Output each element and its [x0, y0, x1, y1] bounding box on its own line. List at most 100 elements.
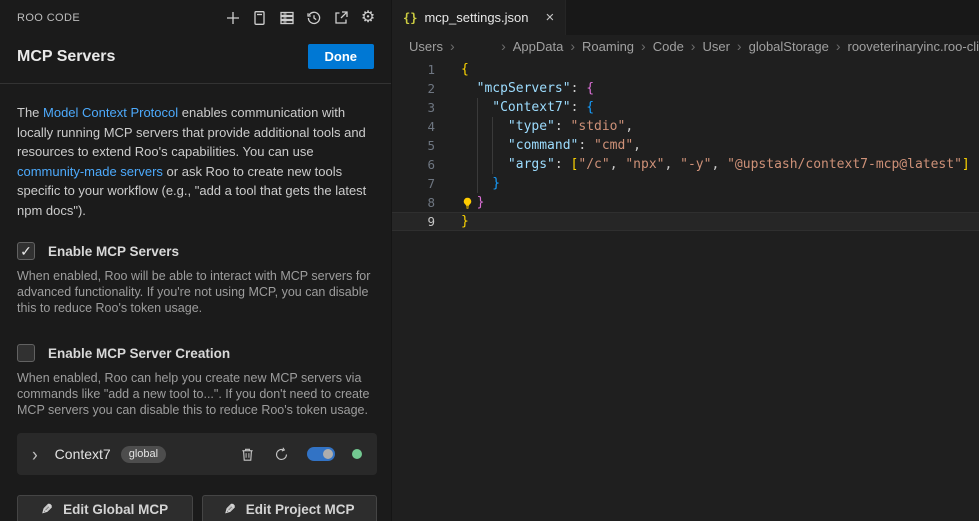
line-number: 1 [392, 60, 435, 79]
code-token: "command" [508, 136, 578, 155]
code-line: 6"args": ["/c", "npx", "-y", "@upstash/c… [392, 155, 979, 174]
server-enabled-toggle[interactable] [307, 447, 335, 461]
server-status-dot [352, 449, 362, 459]
code-token: , [625, 117, 633, 136]
edit-global-mcp-label: Edit Global MCP [63, 502, 168, 517]
edit-project-mcp-button[interactable]: ✎ Edit Project MCP [202, 495, 378, 521]
code-token: "Context7" [492, 98, 570, 117]
breadcrumb-item[interactable]: rooveterinaryinc.roo-cli [848, 39, 979, 54]
close-tab-icon[interactable]: × [546, 10, 555, 25]
code-token: { [586, 79, 594, 98]
lightbulb-icon[interactable] [461, 196, 477, 210]
footer-buttons: ✎ Edit Global MCP ✎ Edit Project MCP [17, 495, 377, 521]
code-token: } [477, 193, 485, 212]
breadcrumb-item[interactable]: AppData [513, 39, 564, 54]
code-line: 5 "command": "cmd", [392, 136, 979, 155]
enable-mcp-servers-row: Enable MCP Servers [17, 242, 374, 260]
indent-guide [492, 117, 508, 136]
code-token: , [633, 136, 641, 155]
breadcrumb-item[interactable]: User [702, 39, 729, 54]
pencil-icon: ✎ [224, 501, 236, 518]
expand-chevron-icon[interactable]: › [32, 444, 38, 464]
code-line: 1{ [392, 60, 979, 79]
delete-server-icon[interactable] [239, 446, 256, 463]
enable-mcp-servers-checkbox[interactable] [17, 242, 35, 260]
code-token: { [461, 60, 469, 79]
line-number: 2 [392, 79, 435, 98]
edit-project-mcp-label: Edit Project MCP [246, 502, 355, 517]
indent-guide [461, 174, 477, 193]
enable-mcp-creation-label: Enable MCP Server Creation [48, 346, 230, 361]
editor-pane: {} mcp_settings.json × Users › › AppData › Ro… [391, 0, 979, 521]
tab-mcp-settings-json[interactable]: {} mcp_settings.json × [392, 0, 566, 35]
indent-guide [477, 174, 493, 193]
pencil-icon: ✎ [41, 501, 53, 518]
code-editor[interactable]: 1{2"mcpServers": {3"Context7": {4"type":… [392, 57, 979, 521]
breadcrumb-item[interactable]: Code [653, 39, 684, 54]
mcp-servers-icon[interactable] [278, 9, 296, 27]
doc-link[interactable]: community-made servers [17, 164, 163, 179]
indent-guide [461, 98, 477, 117]
code-token: : [578, 136, 594, 155]
code-token: : [555, 117, 571, 136]
mcp-intro-text: The Model Context Protocol enables commu… [0, 84, 391, 220]
doc-link[interactable]: Model Context Protocol [43, 105, 178, 120]
line-number: 5 [392, 136, 435, 155]
edit-global-mcp-button[interactable]: ✎ Edit Global MCP [17, 495, 193, 521]
indent-guide [477, 136, 493, 155]
line-number: 7 [392, 174, 435, 193]
code-line: 4 "type": "stdio", [392, 117, 979, 136]
code-token: "cmd" [594, 136, 633, 155]
restart-server-icon[interactable] [273, 446, 290, 463]
code-token: "type" [508, 117, 555, 136]
roo-code-panel: ROO CODE ⚙ [0, 0, 391, 521]
code-token: "/c" [578, 155, 609, 174]
breadcrumb-item[interactable]: globalStorage [749, 39, 829, 54]
code-token: } [461, 212, 469, 231]
indent-guide [461, 79, 477, 98]
server-name: Context7 [55, 446, 111, 462]
code-token: : [571, 79, 587, 98]
code-token: "args" [508, 155, 555, 174]
intro-text-segment: The [17, 105, 43, 120]
enable-mcp-creation-section: Enable MCP Server Creation When enabled,… [0, 344, 391, 418]
code-token: "npx" [625, 155, 664, 174]
indent-guide [477, 98, 493, 117]
enable-mcp-creation-row: Enable MCP Server Creation [17, 344, 374, 362]
code-token: "stdio" [571, 117, 626, 136]
enable-mcp-creation-checkbox[interactable] [17, 344, 35, 362]
code-token: } [492, 174, 500, 193]
prompts-icon[interactable] [251, 9, 269, 27]
code-token: : [555, 155, 571, 174]
history-icon[interactable] [305, 9, 323, 27]
editor-tab-bar: {} mcp_settings.json × [392, 0, 979, 35]
open-in-editor-icon[interactable] [332, 9, 350, 27]
breadcrumb-item[interactable]: Roaming [582, 39, 634, 54]
breadcrumb-separator: › [570, 38, 575, 54]
code-line: 3"Context7": { [392, 98, 979, 117]
line-number: 8 [392, 193, 435, 212]
breadcrumb-separator: › [501, 38, 506, 54]
json-file-icon: {} [403, 11, 417, 25]
new-task-icon[interactable] [224, 9, 242, 27]
extension-title: ROO CODE [17, 12, 80, 24]
panel-header-icons: ⚙ [224, 9, 377, 27]
page-title-row: MCP Servers Done [0, 27, 391, 69]
enable-mcp-creation-description: When enabled, Roo can help you create ne… [17, 370, 374, 418]
line-number: 4 [392, 117, 435, 136]
breadcrumb-separator: › [737, 38, 742, 54]
breadcrumb-separator: › [836, 38, 841, 54]
enable-mcp-servers-section: Enable MCP Servers When enabled, Roo wil… [0, 242, 391, 316]
code-token: "@upstash/context7-mcp@latest" [727, 155, 962, 174]
mcp-server-row-context7[interactable]: › Context7 global [17, 433, 377, 475]
code-token: [ [571, 155, 579, 174]
breadcrumb-separator: › [641, 38, 646, 54]
code-line: 7} [392, 174, 979, 193]
line-number: 3 [392, 98, 435, 117]
breadcrumb: Users››AppData›Roaming›Code›User›globalS… [392, 35, 979, 57]
code-line: 8} [392, 193, 979, 212]
code-token: ] [962, 155, 970, 174]
done-button[interactable]: Done [308, 44, 375, 69]
breadcrumb-item[interactable]: Users [409, 39, 443, 54]
settings-gear-icon[interactable]: ⚙ [359, 9, 377, 27]
